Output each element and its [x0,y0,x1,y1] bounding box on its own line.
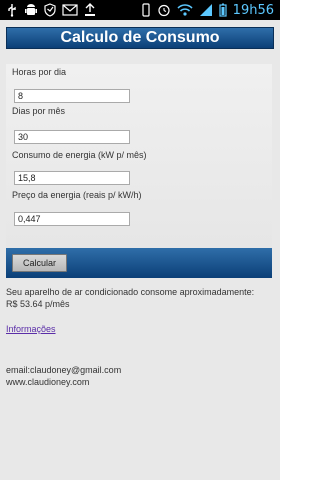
result-line-2: R$ 53.64 p/mês [6,299,70,309]
page-title: Calculo de Consumo [6,27,274,49]
result-line-1: Seu aparelho de ar condicionado consome … [6,287,255,297]
wifi-icon [177,3,193,17]
result-text: Seu aparelho de ar condicionado consome … [6,286,274,310]
status-time: 19h56 [232,2,274,18]
hours-per-day-label: Horas por dia [12,67,67,77]
days-per-month-label: Dias por mês [12,106,66,116]
calculate-button[interactable]: Calcular [12,254,67,272]
status-bar: 19h56 [0,0,280,20]
calculator-form: Horas por dia 8 Dias por mês 30 Consumo … [6,64,272,248]
status-right-icons: 19h56 [141,0,274,20]
app-screen: Calculo de Consumo Horas por dia 8 Dias … [0,20,280,480]
hours-per-day-input[interactable]: 8 [14,89,130,103]
shield-icon [44,3,56,17]
energy-consumption-label: Consumo de energia (kW p/ mês) [12,150,147,160]
mail-icon [62,4,78,16]
vibrate-icon [141,3,151,17]
days-per-month-input[interactable]: 30 [14,130,130,144]
battery-icon [219,3,227,17]
contact-email: email:claudoney@gmail.com [6,365,122,375]
energy-price-label: Preço da energia (reais p/ kW/h) [12,190,142,200]
contact-info: email:claudoney@gmail.com www.claudioney… [6,364,121,388]
signal-icon [199,3,213,17]
action-bar: Calcular [6,248,272,278]
alarm-icon [157,3,171,17]
energy-price-input[interactable]: 0,447 [14,212,130,226]
info-link[interactable]: Informações [6,324,56,334]
usb-icon [6,3,18,17]
energy-consumption-input[interactable]: 15,8 [14,171,130,185]
android-icon [24,3,38,17]
download-icon [84,3,96,17]
status-left-icons [6,0,96,20]
contact-website: www.claudioney.com [6,377,90,387]
